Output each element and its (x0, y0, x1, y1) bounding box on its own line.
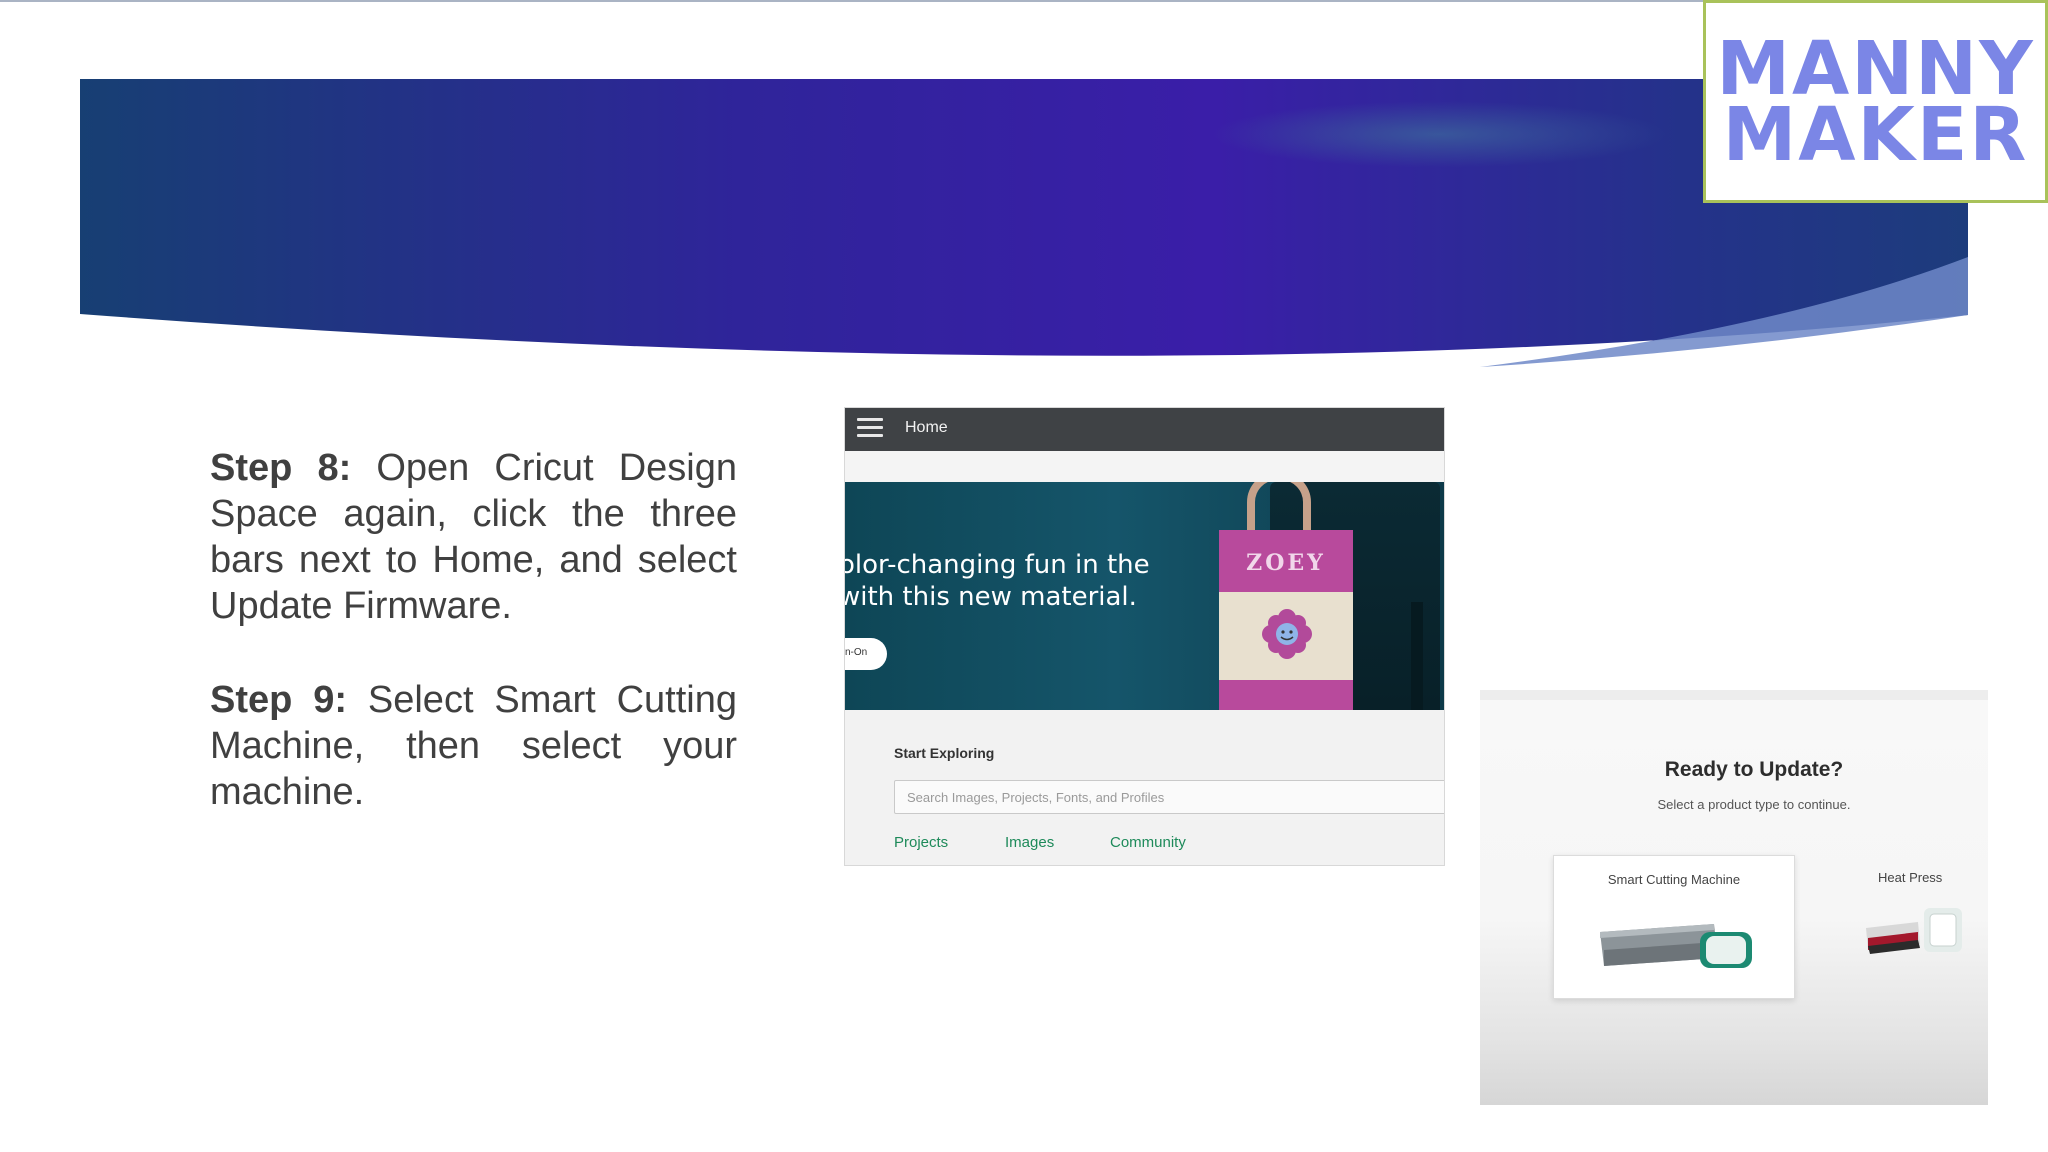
step-8: Step 8: Open Cricut Design Space again, … (210, 445, 737, 629)
tote-bag-image: ZOEY (1219, 530, 1353, 710)
heat-press-label[interactable]: Heat Press (1878, 870, 1942, 885)
logo-line-2: MAKER (1722, 91, 2029, 178)
header-banner (80, 79, 1968, 381)
steps-text: Step 8: Open Cricut Design Space again, … (210, 445, 737, 815)
community-link[interactable]: Community (1110, 834, 1186, 851)
smart-cutting-machine-label: Smart Cutting Machine (1607, 872, 1741, 887)
smiley-flower-icon (1262, 609, 1312, 659)
start-exploring-section: Start Exploring Search Images, Projects,… (845, 710, 1444, 865)
chair-leg (1411, 602, 1423, 710)
update-subtitle: Select a product type to continue. (1657, 797, 1851, 812)
update-title: Ready to Update? (1664, 758, 1844, 781)
hero-headline-2: with this new material. (845, 582, 1137, 612)
update-top-bar (1480, 690, 1988, 700)
images-link[interactable]: Images (1005, 834, 1054, 851)
manny-maker-logo: MANNY MAKER (1703, 0, 2048, 203)
home-header: Home (845, 408, 1444, 451)
step-8-label: Step 8: (210, 447, 352, 489)
projects-link[interactable]: Projects (894, 834, 948, 851)
update-screenshot: Ready to Update? Select a product type t… (1480, 690, 1988, 1105)
home-title: Home (905, 419, 948, 436)
hero-cta-button[interactable]: n-On (845, 638, 887, 670)
heat-press-icon (1866, 908, 1962, 954)
search-input[interactable]: Search Images, Projects, Fonts, and Prof… (894, 780, 1444, 814)
home-screenshot: Home ZOEY olor-changing fun in the with … (844, 407, 1445, 866)
step-9-label: Step 9: (210, 679, 348, 721)
hamburger-menu-icon[interactable] (857, 418, 883, 440)
start-exploring-title: Start Exploring (894, 745, 995, 761)
cutting-machine-icon (1600, 924, 1752, 968)
smart-cutting-machine-card[interactable]: Smart Cutting Machine (1553, 855, 1795, 999)
step-9: Step 9: Select Smart Cutting Machine, th… (210, 677, 737, 815)
tote-name: ZOEY (1246, 550, 1326, 576)
hero-headline-1: olor-changing fun in the (845, 550, 1150, 580)
hero-banner: ZOEY olor-changing fun in the with this … (845, 482, 1444, 710)
